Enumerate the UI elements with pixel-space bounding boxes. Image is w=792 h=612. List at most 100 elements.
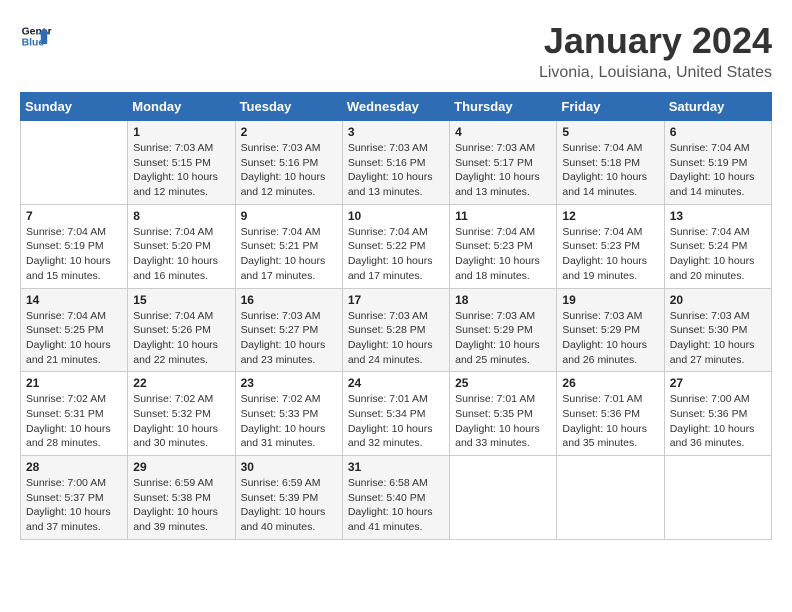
day-detail: Sunrise: 7:00 AMSunset: 5:37 PMDaylight:… [26, 477, 111, 533]
day-number: 5 [562, 125, 658, 139]
calendar-cell: 29 Sunrise: 6:59 AMSunset: 5:38 PMDaylig… [128, 456, 235, 540]
header-friday: Friday [557, 93, 664, 121]
calendar-cell: 27 Sunrise: 7:00 AMSunset: 5:36 PMDaylig… [664, 372, 771, 456]
calendar-cell: 15 Sunrise: 7:04 AMSunset: 5:26 PMDaylig… [128, 288, 235, 372]
day-number: 6 [670, 125, 766, 139]
day-detail: Sunrise: 7:01 AMSunset: 5:34 PMDaylight:… [348, 393, 433, 449]
day-detail: Sunrise: 7:02 AMSunset: 5:32 PMDaylight:… [133, 393, 218, 449]
calendar-cell: 20 Sunrise: 7:03 AMSunset: 5:30 PMDaylig… [664, 288, 771, 372]
header-sunday: Sunday [21, 93, 128, 121]
calendar-cell: 5 Sunrise: 7:04 AMSunset: 5:18 PMDayligh… [557, 121, 664, 205]
day-detail: Sunrise: 7:04 AMSunset: 5:19 PMDaylight:… [26, 226, 111, 282]
calendar-cell: 18 Sunrise: 7:03 AMSunset: 5:29 PMDaylig… [450, 288, 557, 372]
day-number: 11 [455, 209, 551, 223]
calendar-cell: 30 Sunrise: 6:59 AMSunset: 5:39 PMDaylig… [235, 456, 342, 540]
calendar-cell [21, 121, 128, 205]
calendar-cell: 17 Sunrise: 7:03 AMSunset: 5:28 PMDaylig… [342, 288, 449, 372]
calendar-cell: 6 Sunrise: 7:04 AMSunset: 5:19 PMDayligh… [664, 121, 771, 205]
header-thursday: Thursday [450, 93, 557, 121]
calendar-title: January 2024 [539, 20, 772, 62]
calendar-cell: 21 Sunrise: 7:02 AMSunset: 5:31 PMDaylig… [21, 372, 128, 456]
day-number: 27 [670, 376, 766, 390]
day-detail: Sunrise: 7:04 AMSunset: 5:19 PMDaylight:… [670, 142, 755, 198]
day-detail: Sunrise: 6:58 AMSunset: 5:40 PMDaylight:… [348, 477, 433, 533]
day-number: 8 [133, 209, 229, 223]
day-detail: Sunrise: 7:03 AMSunset: 5:16 PMDaylight:… [241, 142, 326, 198]
day-number: 3 [348, 125, 444, 139]
day-number: 28 [26, 460, 122, 474]
day-number: 30 [241, 460, 337, 474]
calendar-cell: 31 Sunrise: 6:58 AMSunset: 5:40 PMDaylig… [342, 456, 449, 540]
day-detail: Sunrise: 7:03 AMSunset: 5:15 PMDaylight:… [133, 142, 218, 198]
day-detail: Sunrise: 7:03 AMSunset: 5:17 PMDaylight:… [455, 142, 540, 198]
calendar-cell: 12 Sunrise: 7:04 AMSunset: 5:23 PMDaylig… [557, 204, 664, 288]
calendar-week-1: 1 Sunrise: 7:03 AMSunset: 5:15 PMDayligh… [21, 121, 772, 205]
day-number: 15 [133, 293, 229, 307]
day-number: 25 [455, 376, 551, 390]
day-detail: Sunrise: 7:01 AMSunset: 5:35 PMDaylight:… [455, 393, 540, 449]
header-tuesday: Tuesday [235, 93, 342, 121]
day-number: 12 [562, 209, 658, 223]
calendar-cell: 1 Sunrise: 7:03 AMSunset: 5:15 PMDayligh… [128, 121, 235, 205]
day-detail: Sunrise: 7:04 AMSunset: 5:22 PMDaylight:… [348, 226, 433, 282]
day-number: 2 [241, 125, 337, 139]
day-detail: Sunrise: 7:04 AMSunset: 5:24 PMDaylight:… [670, 226, 755, 282]
calendar-cell [664, 456, 771, 540]
calendar-cell: 16 Sunrise: 7:03 AMSunset: 5:27 PMDaylig… [235, 288, 342, 372]
calendar-table: Sunday Monday Tuesday Wednesday Thursday… [20, 92, 772, 540]
day-number: 1 [133, 125, 229, 139]
page-header: General Blue January 2024 Livonia, Louis… [20, 20, 772, 82]
day-detail: Sunrise: 7:04 AMSunset: 5:23 PMDaylight:… [562, 226, 647, 282]
calendar-cell: 11 Sunrise: 7:04 AMSunset: 5:23 PMDaylig… [450, 204, 557, 288]
calendar-cell: 13 Sunrise: 7:04 AMSunset: 5:24 PMDaylig… [664, 204, 771, 288]
header-row: Sunday Monday Tuesday Wednesday Thursday… [21, 93, 772, 121]
day-detail: Sunrise: 7:03 AMSunset: 5:27 PMDaylight:… [241, 310, 326, 366]
day-number: 10 [348, 209, 444, 223]
calendar-cell: 9 Sunrise: 7:04 AMSunset: 5:21 PMDayligh… [235, 204, 342, 288]
day-number: 13 [670, 209, 766, 223]
day-detail: Sunrise: 7:02 AMSunset: 5:31 PMDaylight:… [26, 393, 111, 449]
day-detail: Sunrise: 7:03 AMSunset: 5:29 PMDaylight:… [455, 310, 540, 366]
day-number: 17 [348, 293, 444, 307]
header-wednesday: Wednesday [342, 93, 449, 121]
calendar-cell [450, 456, 557, 540]
day-number: 20 [670, 293, 766, 307]
calendar-cell: 4 Sunrise: 7:03 AMSunset: 5:17 PMDayligh… [450, 121, 557, 205]
calendar-cell: 10 Sunrise: 7:04 AMSunset: 5:22 PMDaylig… [342, 204, 449, 288]
day-detail: Sunrise: 7:04 AMSunset: 5:21 PMDaylight:… [241, 226, 326, 282]
day-detail: Sunrise: 7:04 AMSunset: 5:18 PMDaylight:… [562, 142, 647, 198]
calendar-cell: 28 Sunrise: 7:00 AMSunset: 5:37 PMDaylig… [21, 456, 128, 540]
day-number: 24 [348, 376, 444, 390]
day-number: 29 [133, 460, 229, 474]
day-number: 19 [562, 293, 658, 307]
calendar-cell [557, 456, 664, 540]
calendar-subtitle: Livonia, Louisiana, United States [539, 64, 772, 82]
logo: General Blue [20, 20, 52, 52]
day-detail: Sunrise: 7:03 AMSunset: 5:30 PMDaylight:… [670, 310, 755, 366]
day-detail: Sunrise: 7:04 AMSunset: 5:20 PMDaylight:… [133, 226, 218, 282]
day-number: 18 [455, 293, 551, 307]
calendar-week-3: 14 Sunrise: 7:04 AMSunset: 5:25 PMDaylig… [21, 288, 772, 372]
day-detail: Sunrise: 6:59 AMSunset: 5:39 PMDaylight:… [241, 477, 326, 533]
title-section: January 2024 Livonia, Louisiana, United … [539, 20, 772, 82]
day-number: 9 [241, 209, 337, 223]
day-detail: Sunrise: 7:01 AMSunset: 5:36 PMDaylight:… [562, 393, 647, 449]
calendar-cell: 24 Sunrise: 7:01 AMSunset: 5:34 PMDaylig… [342, 372, 449, 456]
calendar-cell: 3 Sunrise: 7:03 AMSunset: 5:16 PMDayligh… [342, 121, 449, 205]
day-number: 22 [133, 376, 229, 390]
day-detail: Sunrise: 7:03 AMSunset: 5:16 PMDaylight:… [348, 142, 433, 198]
day-number: 26 [562, 376, 658, 390]
day-detail: Sunrise: 7:03 AMSunset: 5:28 PMDaylight:… [348, 310, 433, 366]
day-detail: Sunrise: 7:02 AMSunset: 5:33 PMDaylight:… [241, 393, 326, 449]
day-number: 31 [348, 460, 444, 474]
day-detail: Sunrise: 7:04 AMSunset: 5:23 PMDaylight:… [455, 226, 540, 282]
calendar-cell: 25 Sunrise: 7:01 AMSunset: 5:35 PMDaylig… [450, 372, 557, 456]
calendar-cell: 23 Sunrise: 7:02 AMSunset: 5:33 PMDaylig… [235, 372, 342, 456]
calendar-cell: 14 Sunrise: 7:04 AMSunset: 5:25 PMDaylig… [21, 288, 128, 372]
day-detail: Sunrise: 7:04 AMSunset: 5:25 PMDaylight:… [26, 310, 111, 366]
calendar-cell: 22 Sunrise: 7:02 AMSunset: 5:32 PMDaylig… [128, 372, 235, 456]
day-detail: Sunrise: 6:59 AMSunset: 5:38 PMDaylight:… [133, 477, 218, 533]
calendar-cell: 2 Sunrise: 7:03 AMSunset: 5:16 PMDayligh… [235, 121, 342, 205]
header-saturday: Saturday [664, 93, 771, 121]
day-detail: Sunrise: 7:03 AMSunset: 5:29 PMDaylight:… [562, 310, 647, 366]
